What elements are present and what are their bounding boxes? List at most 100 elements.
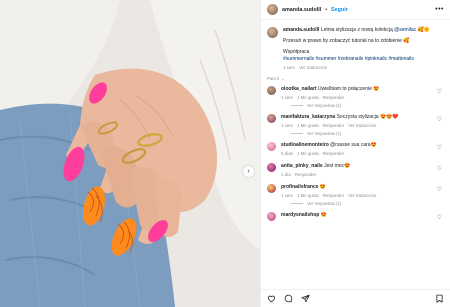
comment-text: Jest moc😍 [324,163,351,169]
comment-item: manifaktura_katarzyna Soczysta stylizacj… [267,114,444,128]
author-username[interactable]: amanda.sudolll [282,7,321,13]
reply-button[interactable]: Responder [323,193,344,198]
like-comment-heart-icon[interactable]: ♡ [437,144,442,151]
view-replies-label: Ver respuestas (1) [307,103,342,108]
like-comment-heart-icon[interactable]: ♡ [437,116,442,123]
like-comment-heart-icon[interactable]: ♡ [437,165,442,172]
heart-icon[interactable] [267,294,276,303]
caption-line-2: Przesuń w prawo by zobaczyć tutorial na … [283,38,444,45]
chevron-down-icon: ⌄ [281,76,285,81]
header-separator: • [325,6,328,13]
like-comment-heart-icon[interactable]: ♡ [437,88,442,95]
caption-hashtags[interactable]: #summernails #summer #zebranails #pinkna… [283,56,444,63]
comment-item: profinailsfrance 😍 1 sem 1 Me gusta Resp… [267,184,444,198]
view-replies-label: Ver respuestas (1) [307,201,342,206]
commenter-avatar[interactable] [267,163,276,172]
commenter-username[interactable]: profinailsfrance [281,184,319,190]
like-comment-heart-icon[interactable]: ♡ [437,186,442,193]
commenter-avatar[interactable] [267,184,276,193]
caption-meta: 1 sem Ver traducción [283,65,444,70]
comment-meta: 1 sem 1 Me gusta Responder [281,95,444,100]
caption-mention[interactable]: @semilac [394,27,416,33]
comment-meta: 1 día Responder [281,172,444,177]
commenter-username[interactable]: olootka_nailart [281,86,317,92]
reply-button[interactable]: Responder [323,123,344,128]
comment-time: 1 sem [281,193,293,198]
caption-body: amanda.sudolll Letnia stylizacja z nową … [283,27,444,70]
reply-button[interactable]: Responder [323,95,344,100]
comments-scroll-area[interactable]: amanda.sudolll Letnia stylizacja z nową … [261,21,450,289]
comment-body: manifaktura_katarzyna Soczysta stylizacj… [281,114,444,128]
caption-avatar[interactable] [267,27,278,38]
comment-likes[interactable]: 1 Me gusta [297,151,319,156]
comment-meta: 1 sem 1 Me gusta Responder Ver traducció… [281,193,444,198]
follow-button[interactable]: Seguir [331,7,348,13]
commenter-username[interactable]: studioalinemonteiro [281,142,329,148]
commenter-username[interactable]: mardysnailshop [281,212,319,218]
comment-item: olootka_nailart Uwielbiam to połączenie … [267,86,444,100]
caption-text-1: Letnia stylizacja z nową kolekcją [320,27,393,33]
comment-text: @rsasse sua cara😍 [330,142,377,148]
share-icon[interactable] [301,294,310,303]
caption-line-1: amanda.sudolll Letnia stylizacja z nową … [283,27,444,34]
view-replies[interactable]: Ver respuestas (1) [291,103,444,108]
commenter-avatar[interactable] [267,86,276,95]
comment-text: 😍 [320,212,327,218]
post-photo: › [0,0,260,307]
like-comment-heart-icon[interactable]: ♡ [437,214,442,221]
more-options-icon[interactable]: ••• [435,6,444,13]
comment-item: anita_pinky_nails Jest moc😍 1 día Respon… [267,163,444,177]
commenter-username[interactable]: anita_pinky_nails [281,163,323,169]
post-action-bar [261,289,450,307]
comment-text: Soczysta stylizacja 😍😍❤️ [336,114,399,120]
para-ti-label[interactable]: Para ti ⌄ [267,76,444,81]
caption: amanda.sudolll Letnia stylizacja z nową … [267,27,444,70]
view-replies[interactable]: Ver respuestas (1) [291,201,444,206]
comment-time: 1 sem [281,95,293,100]
caption-emoji-1: 🥰🌞 [417,27,431,33]
comment-time: 1 sem [281,123,293,128]
chevron-right-icon: › [247,168,250,175]
comment-time: 1 día [281,172,291,177]
caption-time: 1 sem [283,65,295,70]
commenter-avatar[interactable] [267,142,276,151]
comment-body: mardysnailshop 😍 [281,212,444,221]
view-replies-label: Ver respuestas (1) [307,131,342,136]
comment-body: olootka_nailart Uwielbiam to połączenie … [281,86,444,100]
author-avatar[interactable] [267,4,278,15]
nails-photo-illustration [0,0,260,307]
next-slide-button[interactable]: › [243,166,254,177]
post-header: amanda.sudolll • Seguir ••• [261,0,450,20]
comment-likes[interactable]: 1 Me gusta [297,123,319,128]
translate-link[interactable]: Ver traducción [348,123,376,128]
comment-likes[interactable]: 1 Me gusta [297,193,319,198]
comment-body: anita_pinky_nails Jest moc😍 1 día Respon… [281,163,444,177]
commenter-username[interactable]: manifaktura_katarzyna [281,114,335,120]
commenter-avatar[interactable] [267,212,276,221]
comment-item: studioalinemonteiro @rsasse sua cara😍 5 … [267,142,444,156]
comment-time: 5 días [281,151,293,156]
comment-text: Uwielbiam to połączenie 😍 [317,86,380,92]
caption-username[interactable]: amanda.sudolll [283,27,319,33]
comment-meta: 1 sem 1 Me gusta Responder Ver traducció… [281,123,444,128]
post-side-panel: amanda.sudolll • Seguir ••• amanda.sudol… [260,0,450,307]
caption-line-3: Współpraca [283,49,310,55]
caption-translate-link[interactable]: Ver traducción [299,65,327,70]
comment-text: 😍 [319,184,327,190]
comment-body: studioalinemonteiro @rsasse sua cara😍 5 … [281,142,444,156]
comment-likes[interactable]: 1 Me gusta [297,95,319,100]
instagram-post-view: › amanda.sudolll • Seguir ••• amanda.sud… [0,0,450,307]
comment-icon[interactable] [284,294,293,303]
caption-text-2: Przesuń w prawo by zobaczyć tutorial na … [283,38,402,44]
commenter-avatar[interactable] [267,114,276,123]
reply-button[interactable]: Responder [323,151,344,156]
comment-body: profinailsfrance 😍 1 sem 1 Me gusta Resp… [281,184,444,198]
translate-link[interactable]: Ver traducción [348,193,376,198]
comment-meta: 5 días 1 Me gusta Responder [281,151,444,156]
reply-button[interactable]: Responder [295,172,316,177]
comment-item: mardysnailshop 😍 ♡ [267,212,444,221]
caption-emoji-2: 🥰 [403,38,410,44]
para-ti-text: Para ti [267,76,280,81]
view-replies[interactable]: Ver respuestas (1) [291,131,444,136]
bookmark-icon[interactable] [435,294,444,303]
